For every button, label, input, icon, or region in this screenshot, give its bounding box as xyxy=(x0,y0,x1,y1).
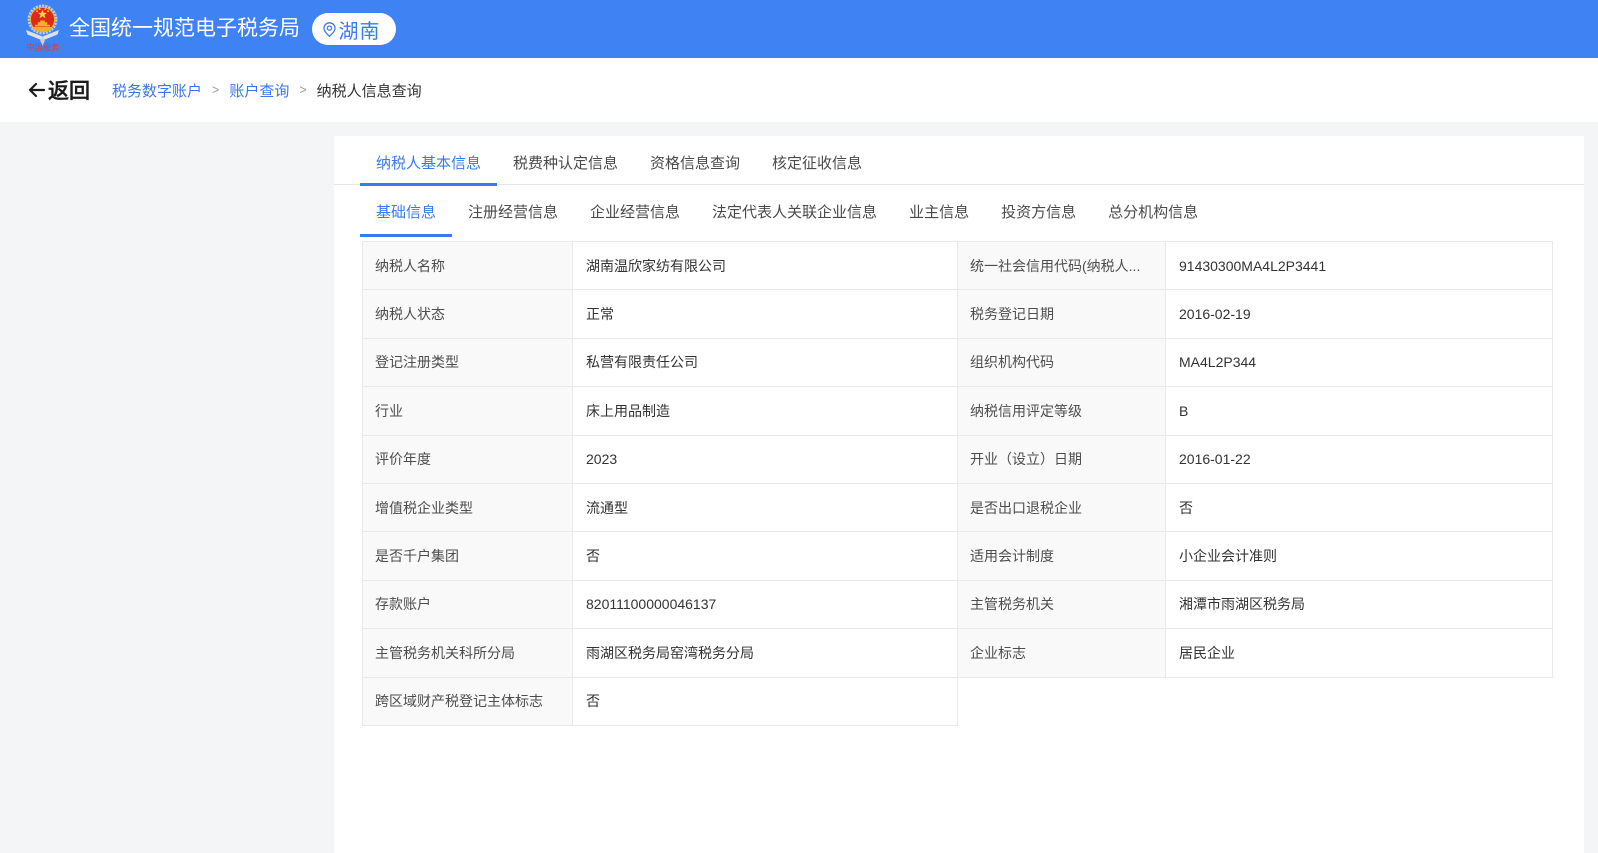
svg-text:中国税务: 中国税务 xyxy=(27,42,60,52)
